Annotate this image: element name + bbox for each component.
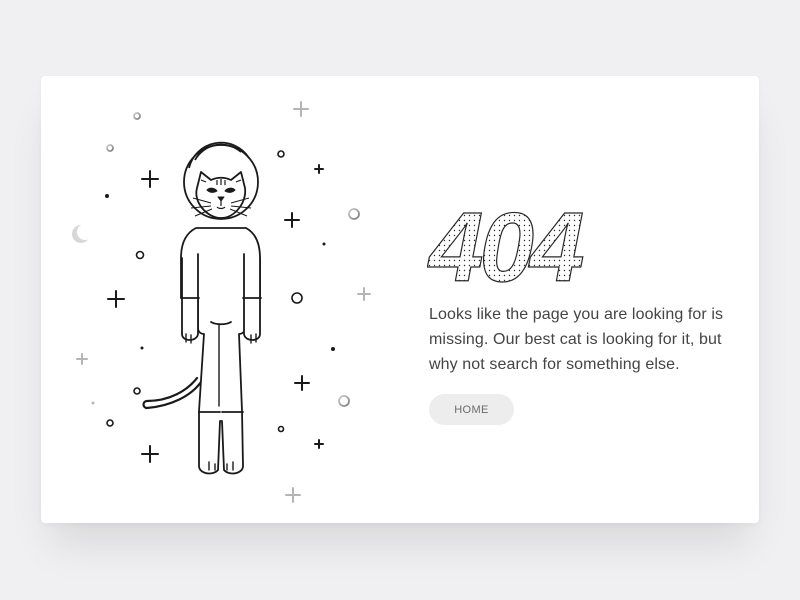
error-code: 404	[427, 198, 647, 288]
astronaut-cat-illustration	[41, 76, 401, 523]
home-button[interactable]: HOME	[429, 394, 514, 425]
error-card: 404 Looks like the page you are looking …	[41, 76, 759, 523]
moon-icon	[72, 224, 93, 243]
cat-head-icon	[190, 171, 252, 219]
error-code-text: 404	[427, 198, 583, 288]
error-message: Looks like the page you are looking for …	[429, 306, 724, 373]
